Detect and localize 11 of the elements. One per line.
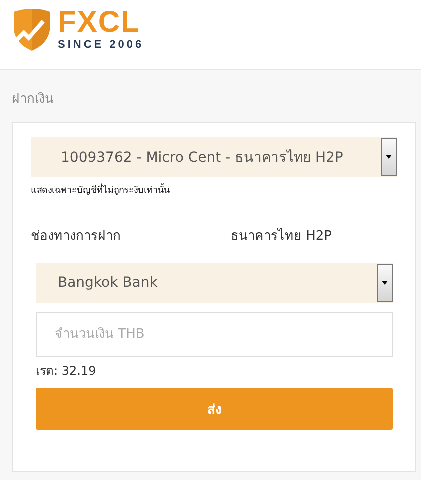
channel-value: ธนาคารไทย H2P xyxy=(231,227,332,245)
account-note: แสดงเฉพาะบัญชีที่ไม่ถูกระงับเท่านั้น xyxy=(31,183,397,197)
amount-field[interactable]: จำนวนเงิน THB xyxy=(36,312,393,357)
account-dropdown[interactable]: 10093762 - Micro Cent - ธนาคารไทย H2P xyxy=(31,137,397,177)
bank-dropdown[interactable]: Bangkok Bank xyxy=(36,263,393,303)
channel-label: ช่องทางการฝาก xyxy=(31,228,122,245)
page-title: ฝากเงิน xyxy=(12,91,55,109)
brand-tagline: SINCE 2006 xyxy=(58,38,144,52)
brand-name: FXCL xyxy=(58,8,142,38)
exchange-rate: เรต: 32.19 xyxy=(36,363,98,380)
shield-logo-icon xyxy=(12,8,52,52)
